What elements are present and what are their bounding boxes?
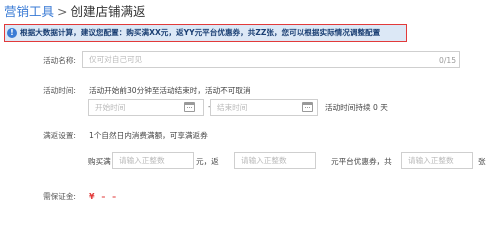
buy-over-prefix: 购买满 [88, 157, 111, 166]
suggestion-notice: ! 根据大数据计算，建议您配置：购买满XX元，返YY元平台优惠券，共ZZ张，您可… [4, 24, 407, 42]
yuan-return-text: 元，返 [196, 157, 219, 166]
breadcrumb: 营销工具 > 创建店铺满返 [4, 4, 146, 20]
deposit-value: ¥ – – [89, 192, 119, 201]
info-icon: ! [7, 28, 17, 38]
activity-time-hint: 活动开始前30分钟至活动结束时，活动不可取消 [89, 86, 251, 95]
end-time-placeholder: 结束时间 [217, 103, 248, 112]
activity-name-placeholder: 仅可对自己可见 [89, 55, 143, 64]
return-amount-placeholder: 请输入正整数 [241, 156, 287, 165]
rebate-hint: 1个自然日内消费满额，可享满返券 [89, 131, 208, 140]
end-calendar-icon[interactable] [302, 102, 313, 112]
notice-text: 根据大数据计算，建议您配置：购买满XX元，返YY元平台优惠券，共ZZ张，您可以根… [20, 28, 381, 37]
breadcrumb-separator: > [57, 4, 68, 19]
threshold-amount-input[interactable]: 请输入正整数 [112, 152, 194, 169]
coupon-count-text: 元平台优惠券，共 [331, 157, 392, 166]
threshold-amount-placeholder: 请输入正整数 [119, 156, 165, 165]
activity-name-counter: 0/15 [439, 56, 457, 65]
breadcrumb-root-link[interactable]: 营销工具 [4, 4, 54, 19]
rebate-settings-label: 满返设置: [43, 131, 76, 140]
deposit-label: 需保证金: [43, 192, 76, 201]
start-time-placeholder: 开始时间 [95, 103, 126, 112]
return-amount-input[interactable]: 请输入正整数 [234, 152, 316, 169]
activity-name-input[interactable]: 仅可对自己可见 [82, 51, 460, 68]
coupon-count-input[interactable]: 请输入正整数 [401, 152, 473, 169]
start-calendar-icon[interactable] [184, 102, 195, 112]
activity-name-label: 活动名称: [43, 56, 76, 65]
activity-time-label: 活动时间: [43, 86, 76, 95]
coupon-count-placeholder: 请输入正整数 [408, 156, 454, 165]
coupon-unit-text: 张 [478, 157, 486, 166]
page-title: 创建店铺满返 [70, 4, 146, 19]
activity-duration-text: 活动时间持续 0 天 [325, 103, 388, 112]
